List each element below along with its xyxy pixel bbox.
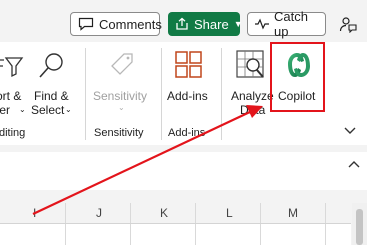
annotation-arrow-line [32,110,253,215]
annotation-arrow [32,105,263,215]
